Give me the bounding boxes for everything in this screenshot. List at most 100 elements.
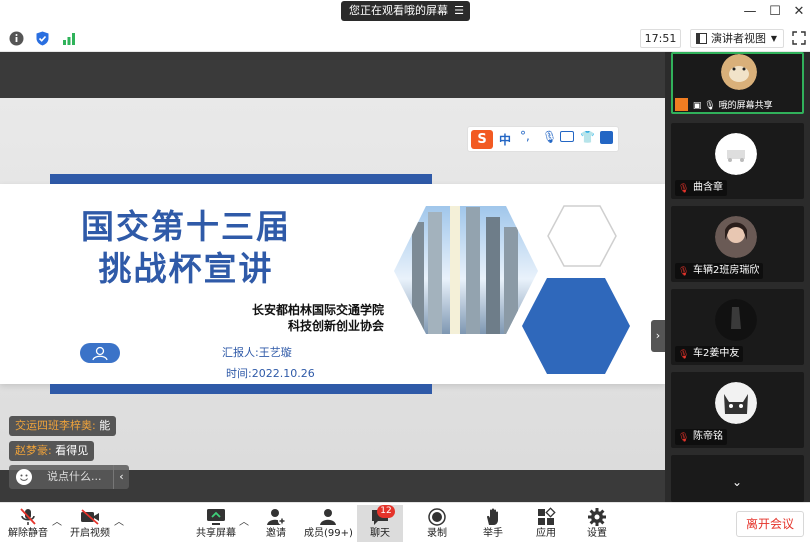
signal-icon[interactable] bbox=[60, 30, 77, 47]
info-bar: 17:51 演讲者视图 ▼ bbox=[0, 26, 810, 52]
slide-date: 时间:2022.10.26 bbox=[226, 367, 315, 380]
ime-toolbar: S 中 °, 🎙 👕 bbox=[467, 126, 619, 152]
mic-muted-icon bbox=[20, 508, 36, 525]
sogou-logo-icon: S bbox=[471, 130, 493, 149]
slide-hexagon-graphic bbox=[394, 205, 638, 380]
apps-label: 应用 bbox=[536, 528, 556, 539]
mic-icon: 🎙 bbox=[704, 101, 716, 111]
apps-icon bbox=[538, 507, 556, 525]
invite-label: 邀请 bbox=[266, 528, 286, 539]
participant-panel: ▣ 🎙 哦的屏幕共享 曲含章 🎙 车辆2班房瑞欣 🎙 车2姜中友 🎙 陈帝铭 🎙… bbox=[665, 52, 810, 502]
start-video-button[interactable]: 开启视频 bbox=[68, 505, 112, 542]
screen-share-status-text: 您正在观看哦的屏幕 bbox=[349, 4, 448, 17]
mic-icon: 🎙 bbox=[542, 130, 558, 144]
chat-label: 聊天 bbox=[370, 528, 390, 539]
emoji-icon[interactable] bbox=[16, 469, 32, 485]
chevron-down-icon: ▼ bbox=[770, 34, 777, 43]
start-video-label: 开启视频 bbox=[70, 528, 110, 539]
view-mode-button[interactable]: 演讲者视图 ▼ bbox=[690, 29, 784, 48]
chevron-down-icon[interactable]: ⌄ bbox=[727, 475, 747, 491]
shared-screen-area: S 中 °, 🎙 👕 国交第十三届 挑战杯宣讲 长安都柏林国际交通学院 科技创新… bbox=[0, 52, 665, 502]
info-icon[interactable] bbox=[8, 30, 25, 47]
invite-button[interactable]: 邀请 bbox=[262, 505, 290, 542]
mic-muted-icon: 🎙 bbox=[678, 267, 690, 277]
share-screen-icon bbox=[207, 509, 225, 525]
chevron-left-icon[interactable]: ‹ bbox=[113, 465, 129, 489]
collapse-panel-button[interactable]: › bbox=[651, 320, 665, 352]
chevron-up-icon[interactable]: ︿ bbox=[239, 513, 249, 528]
chat-input[interactable]: 说点什么... ‹ bbox=[9, 465, 129, 489]
keyboard-icon bbox=[560, 131, 574, 142]
screen-share-icon: ▣ bbox=[692, 101, 702, 111]
raise-hand-label: 举手 bbox=[483, 528, 503, 539]
meeting-window: 您正在观看哦的屏幕 ☰ — ☐ ✕ 17:51 演讲者视图 ▼ S 中 °, 🎙… bbox=[0, 0, 810, 543]
slide-org-line1: 长安都柏林国际交通学院 bbox=[251, 303, 384, 317]
ime-mode-label: 中 bbox=[499, 133, 512, 147]
chat-unread-badge: 12 bbox=[377, 505, 395, 518]
leave-meeting-button[interactable]: 离开会议 bbox=[736, 511, 804, 537]
chevron-up-icon[interactable]: ︿ bbox=[52, 513, 62, 528]
raise-hand-button[interactable]: 举手 bbox=[479, 505, 507, 542]
share-screen-label: 共享屏幕 bbox=[196, 528, 236, 539]
slide-organization: 长安都柏林国际交通学院 科技创新创业协会 bbox=[214, 302, 384, 334]
screen-share-status[interactable]: 您正在观看哦的屏幕 ☰ bbox=[341, 1, 470, 21]
slide-reporter: 汇报人:王艺璇 bbox=[222, 346, 292, 359]
chevron-up-icon[interactable]: ︿ bbox=[114, 513, 124, 528]
speaker-view-icon bbox=[696, 33, 707, 44]
avatar bbox=[715, 216, 757, 258]
presenter-icon bbox=[80, 343, 120, 363]
participant-name-bar: ▣ 🎙 哦的屏幕共享 bbox=[675, 98, 802, 112]
record-button[interactable]: 录制 bbox=[423, 505, 451, 542]
video-off-icon bbox=[81, 509, 99, 525]
members-icon bbox=[320, 509, 336, 525]
chat-input-placeholder: 说点什么... bbox=[47, 470, 102, 483]
host-icon bbox=[675, 98, 688, 111]
slide-title-line1: 国交第十三届 bbox=[81, 207, 291, 246]
fullscreen-icon[interactable] bbox=[792, 31, 806, 45]
slide-title: 国交第十三届 挑战杯宣讲 bbox=[66, 206, 306, 290]
gear-icon bbox=[588, 508, 606, 526]
members-label: 成员(99+) bbox=[304, 528, 353, 539]
members-button[interactable]: 成员(99+) bbox=[304, 505, 353, 542]
mic-muted-icon: 🎙 bbox=[678, 350, 690, 360]
share-screen-button[interactable]: 共享屏幕 bbox=[195, 505, 237, 542]
slide-org-line2: 科技创新创业协会 bbox=[287, 319, 384, 333]
apps-button[interactable]: 应用 bbox=[532, 505, 560, 542]
avatar bbox=[715, 133, 757, 175]
mic-muted-icon: 🎙 bbox=[678, 433, 690, 443]
chat-text: 看得见 bbox=[51, 444, 89, 457]
maximize-icon[interactable]: ☐ bbox=[766, 4, 784, 20]
chat-button[interactable]: 12 聊天 bbox=[357, 505, 403, 542]
settings-button[interactable]: 设置 bbox=[583, 505, 611, 542]
chat-message: 交运四班李梓奥: 能 bbox=[9, 416, 117, 436]
avatar bbox=[715, 382, 757, 424]
view-mode-label: 演讲者视图 bbox=[711, 32, 766, 45]
slide-bar-bottom bbox=[50, 384, 432, 394]
meeting-clock: 17:51 bbox=[640, 29, 681, 48]
unmute-button[interactable]: 解除静音 bbox=[6, 505, 50, 542]
participant-tile[interactable]: 车辆2班房瑞欣 🎙 bbox=[671, 206, 804, 282]
participant-tile[interactable]: 陈帝铭 🎙 bbox=[671, 372, 804, 448]
record-label: 录制 bbox=[427, 528, 447, 539]
participant-tile[interactable]: ▣ 🎙 哦的屏幕共享 bbox=[671, 52, 804, 114]
chat-sender: 交运四班李梓奥: bbox=[15, 419, 96, 432]
meeting-toolbar: 解除静音 ︿ 开启视频 ︿ 共享屏幕 ︿ 邀请 成员(99+) 12 聊天 录制… bbox=[0, 502, 810, 543]
menu-icon[interactable]: ☰ bbox=[454, 1, 464, 21]
toolbox-icon bbox=[600, 131, 613, 144]
presentation-slide: S 中 °, 🎙 👕 国交第十三届 挑战杯宣讲 长安都柏林国际交通学院 科技创新… bbox=[0, 98, 665, 470]
slide-title-line2: 挑战杯宣讲 bbox=[98, 249, 274, 288]
participant-name: 哦的屏幕共享 bbox=[718, 101, 773, 111]
close-icon[interactable]: ✕ bbox=[790, 4, 808, 20]
participant-tile[interactable]: 车2姜中友 🎙 bbox=[671, 289, 804, 365]
minimize-icon[interactable]: — bbox=[741, 4, 759, 20]
shield-icon[interactable] bbox=[34, 30, 51, 47]
avatar bbox=[715, 299, 757, 341]
avatar bbox=[721, 54, 757, 90]
chat-message: 赵梦豪: 看得见 bbox=[9, 441, 95, 461]
hand-icon bbox=[487, 508, 498, 525]
settings-label: 设置 bbox=[587, 528, 607, 539]
mic-muted-icon: 🎙 bbox=[678, 184, 690, 194]
punctuation-icon: °, bbox=[520, 129, 530, 143]
chat-text: 能 bbox=[95, 419, 111, 432]
participant-tile[interactable]: 曲含章 🎙 bbox=[671, 123, 804, 199]
